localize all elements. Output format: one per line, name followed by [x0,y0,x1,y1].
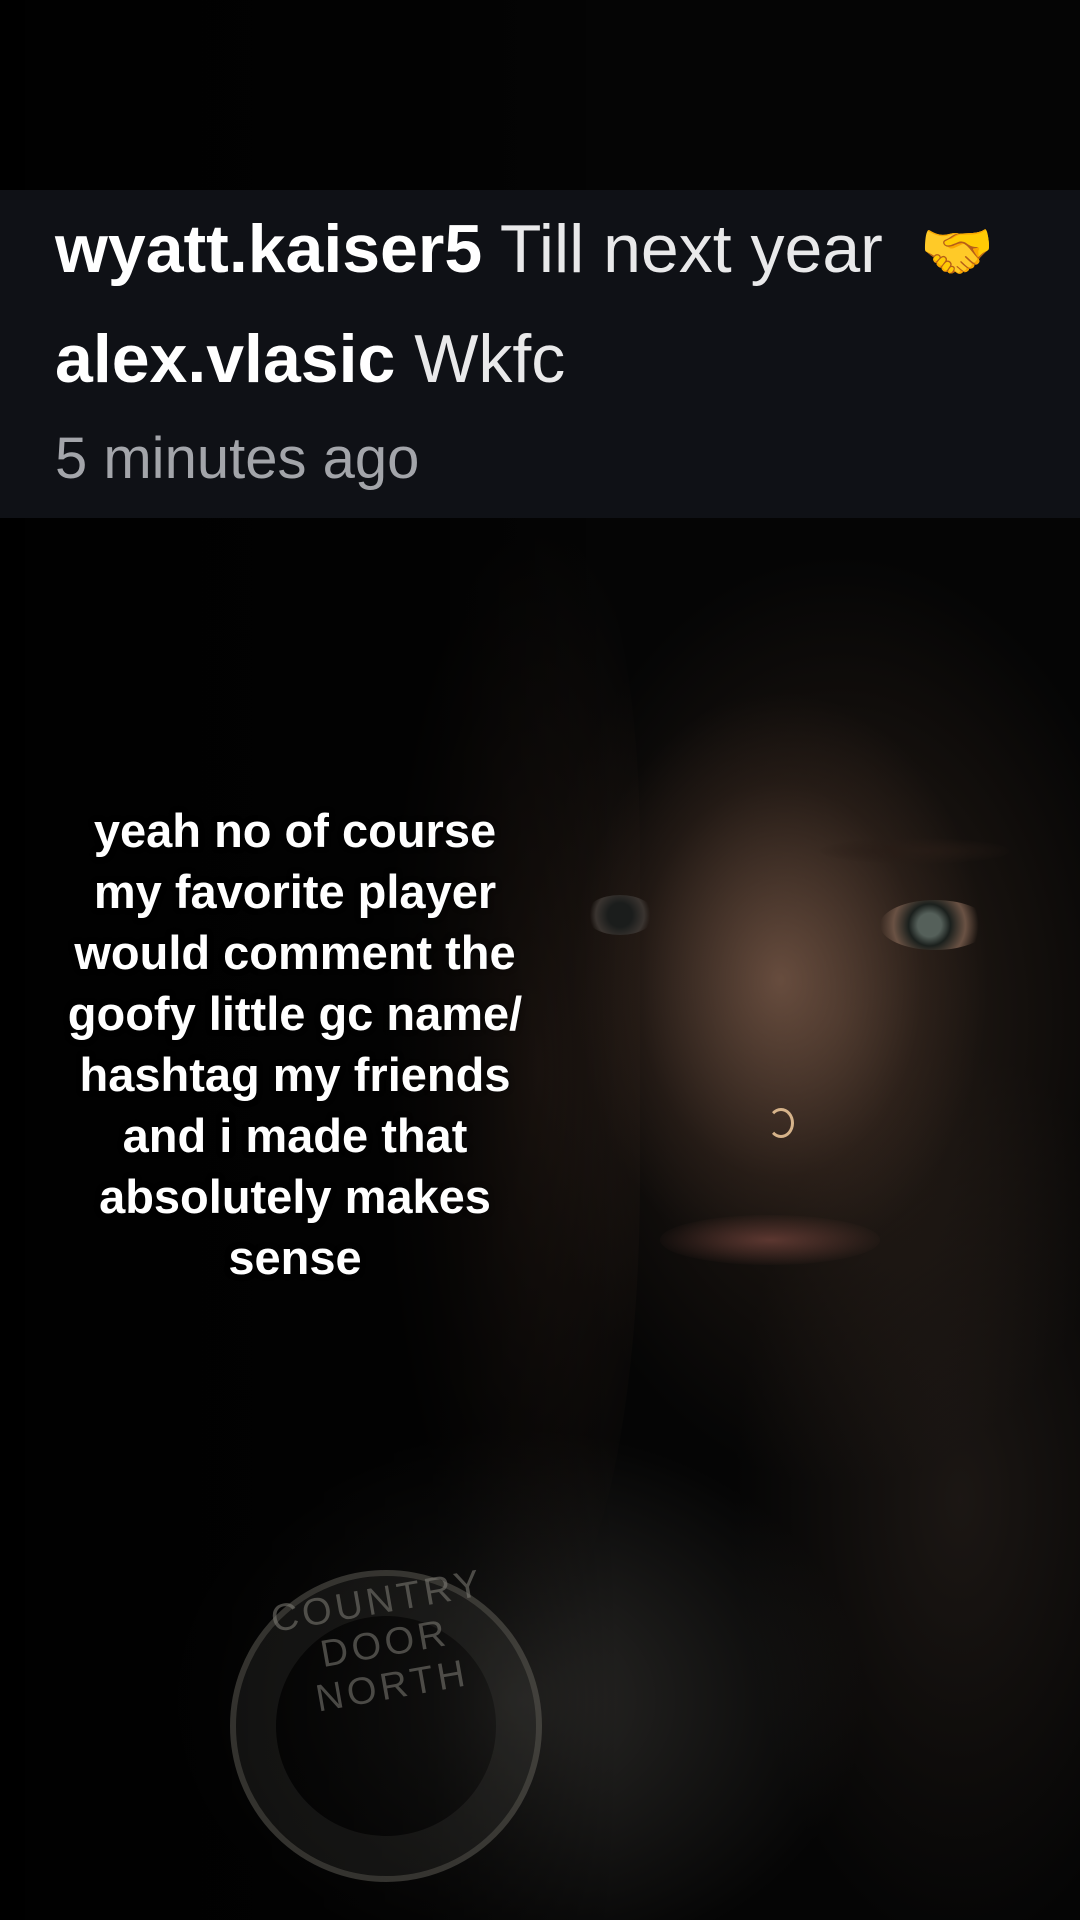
right-eye [880,900,990,950]
handshake-emoji-icon: 🤝 [919,217,995,287]
comment-card[interactable]: wyatt.kaiser5 Till next year 🤝 alex.vlas… [0,190,1080,518]
comment-text: Till next year [499,211,883,287]
comment-row: wyatt.kaiser5 Till next year 🤝 [55,215,994,283]
video-stage[interactable]: COUNTRY DOOR NORTH wyatt.kaiser5 Till ne… [0,0,1080,1920]
comment-username[interactable]: wyatt.kaiser5 [55,211,482,287]
nose-ring [768,1108,794,1138]
comment-text: Wkfc [414,321,566,397]
eyebrow [820,838,1010,864]
comment-row: alex.vlasic Wkfc [55,325,565,393]
mouth [660,1215,880,1265]
comment-username[interactable]: alex.vlasic [55,321,395,397]
left-eye [585,895,655,935]
comment-timestamp: 5 minutes ago [55,426,420,491]
video-caption: yeah no of course my favorite player wou… [67,804,523,1284]
